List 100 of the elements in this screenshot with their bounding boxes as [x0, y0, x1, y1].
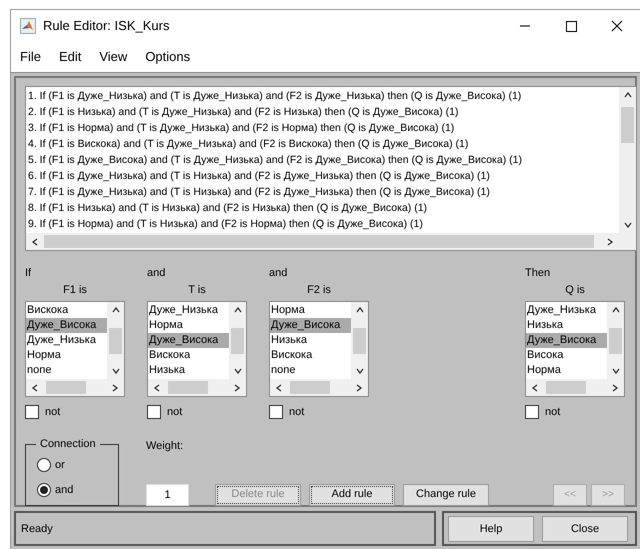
list-item[interactable]: Дуже_Висока	[148, 333, 229, 348]
term-listbox[interactable]: Норма Дуже_Висока Низька Вискока none	[269, 301, 369, 397]
scroll-down-icon[interactable]	[354, 366, 364, 376]
list-item[interactable]: Низька	[148, 363, 229, 378]
list-item[interactable]: Висока	[526, 348, 607, 363]
app-logo-icon	[20, 18, 36, 34]
list-item[interactable]: none	[270, 363, 351, 378]
list-item[interactable]: Вискока	[148, 348, 229, 363]
horizontal-scrollbar[interactable]	[148, 379, 246, 396]
menu-item[interactable]: View	[99, 47, 128, 67]
checkbox-label: not	[45, 405, 60, 420]
scroll-down-icon[interactable]	[622, 220, 632, 230]
list-item[interactable]: Дуже_Висока	[526, 333, 607, 348]
scroll-up-icon[interactable]	[232, 305, 242, 315]
horizontal-scrollbar[interactable]	[526, 379, 624, 396]
radio-button[interactable]	[37, 482, 51, 497]
rule-line[interactable]: 2. If (F1 is Низька) and (T is Дуже_Низька) and (F2 is Низька) then (Q is Дуже_Висока) (1)	[28, 104, 619, 120]
footer-button[interactable]: Help	[448, 516, 534, 542]
footer-button[interactable]: Close	[542, 516, 628, 542]
scroll-up-icon[interactable]	[110, 305, 120, 315]
vertical-scrollbar[interactable]	[351, 302, 368, 379]
list-item[interactable]: none	[26, 363, 107, 378]
scrollbar-thumb[interactable]	[290, 381, 330, 394]
rule-line[interactable]: 5. If (F1 is Дуже_Висока) and (T is Дуже_Низька) and (F2 is Дуже_Висока) then (Q is Дуже_Висока) (1)	[28, 152, 619, 168]
connector-label: and	[147, 266, 166, 280]
connector-label: Then	[525, 266, 550, 280]
term-listbox[interactable]: Дуже_Низька Низька Дуже_Висока Висока Норма	[525, 301, 625, 397]
scroll-right-icon[interactable]	[232, 382, 242, 392]
checkbox[interactable]	[269, 405, 283, 420]
list-item[interactable]: Дуже_Висока	[26, 318, 107, 333]
scrollbar-thumb[interactable]	[44, 235, 594, 248]
scroll-left-icon[interactable]	[274, 382, 284, 392]
checkbox-label: not	[545, 405, 560, 420]
scroll-down-icon[interactable]	[610, 366, 620, 376]
scroll-right-icon[interactable]	[354, 382, 364, 392]
rule-line[interactable]: 9. If (F1 is Норма) and (T is Низька) and (F2 is Норма) then (Q is Дуже_Висока) (1)	[28, 216, 619, 232]
horizontal-scrollbar[interactable]	[26, 379, 124, 396]
menu-item[interactable]: Options	[145, 47, 190, 67]
connector-label: If	[25, 266, 32, 280]
horizontal-scrollbar[interactable]	[26, 233, 619, 250]
list-item[interactable]: Низька	[270, 333, 351, 348]
list-item[interactable]: Низька	[526, 318, 607, 333]
scrollbar-thumb[interactable]	[46, 381, 86, 394]
scrollbar-thumb[interactable]	[609, 328, 622, 354]
scrollbar-thumb[interactable]	[168, 381, 208, 394]
rules-list[interactable]	[25, 86, 637, 251]
list-item[interactable]: Дуже_Висока	[270, 318, 351, 333]
scroll-up-icon[interactable]	[622, 90, 632, 100]
action-button[interactable]: Change rule	[403, 484, 489, 506]
scroll-down-icon[interactable]	[110, 366, 120, 376]
scroll-left-icon[interactable]	[152, 382, 162, 392]
scroll-right-icon[interactable]	[605, 236, 615, 246]
scrollbar-thumb[interactable]	[546, 381, 586, 394]
list-item[interactable]: Норма	[148, 318, 229, 333]
list-item[interactable]: Вискока	[270, 348, 351, 363]
menu-item[interactable]: File	[20, 47, 41, 67]
weight-field[interactable]: 1	[146, 484, 189, 506]
vertical-scrollbar[interactable]	[607, 302, 624, 379]
rule-line[interactable]: 1. If (F1 is Дуже_Низька) and (T is Дуже_Низька) and (F2 is Дуже_Низька) then (Q is Дуже_Висока) (1)	[28, 88, 619, 104]
list-item[interactable]: Дуже_Низька	[26, 333, 107, 348]
list-item[interactable]: Дуже_Низька	[148, 303, 229, 318]
term-listbox[interactable]: Вискока Дуже_Висока Дуже_Низька Норма none	[25, 301, 125, 397]
rule-line[interactable]: 3. If (F1 is Норма) and (T is Дуже_Низька) and (F2 is Норма) then (Q is Дуже_Висока) (1)	[28, 120, 619, 136]
action-button[interactable]: Add rule	[309, 484, 395, 506]
scroll-down-icon[interactable]	[232, 366, 242, 376]
scroll-up-icon[interactable]	[354, 305, 364, 315]
connector-label: and	[269, 266, 288, 280]
scrollbar-thumb[interactable]	[353, 328, 366, 354]
variable-label: T is	[188, 283, 206, 297]
variable-label: F1 is	[63, 283, 87, 297]
checkbox[interactable]	[525, 405, 539, 420]
radio-button[interactable]	[37, 458, 51, 472]
vertical-scrollbar[interactable]	[107, 302, 124, 379]
horizontal-scrollbar[interactable]	[270, 379, 368, 396]
rule-line[interactable]: 4. If (F1 is Вискока) and (T is Дуже_Низька) and (F2 is Вискока) then (Q is Дуже_Висока) (1)	[28, 136, 619, 152]
rule-line[interactable]: 7. If (F1 is Дуже_Низька) and (T is Низька) and (F2 is Дуже_Низька) then (Q is Дуже_Висока) (1)	[28, 184, 619, 200]
list-item[interactable]: Норма	[26, 348, 107, 363]
list-item[interactable]: Вискока	[26, 303, 107, 318]
checkbox[interactable]	[147, 405, 161, 420]
scroll-left-icon[interactable]	[30, 382, 40, 392]
scroll-left-icon[interactable]	[30, 236, 40, 246]
scroll-right-icon[interactable]	[110, 382, 120, 392]
term-listbox[interactable]: Дуже_Низька Норма Дуже_Висока Вискока Низька	[147, 301, 247, 397]
scroll-right-icon[interactable]	[610, 382, 620, 392]
list-item[interactable]: Дуже_Низька	[526, 303, 607, 318]
checkbox[interactable]	[25, 405, 39, 420]
scrollbar-thumb[interactable]	[621, 107, 634, 143]
menu-item[interactable]: Edit	[58, 47, 82, 67]
scroll-left-icon[interactable]	[530, 382, 540, 392]
variable-label: F2 is	[307, 283, 331, 297]
list-item[interactable]: Норма	[526, 363, 607, 378]
rule-line[interactable]: 6. If (F1 is Дуже_Низька) and (T is Низька) and (F2 is Дуже_Низька) then (Q is Дуже_Висока) (1)	[28, 168, 619, 184]
checkbox-label: not	[167, 405, 182, 420]
rule-line[interactable]: 8. If (F1 is Низька) and (T is Низька) and (F2 is Низька) then (Q is Дуже_Висока) (1)	[28, 200, 619, 216]
scroll-up-icon[interactable]	[610, 305, 620, 315]
scrollbar-thumb[interactable]	[231, 328, 244, 354]
list-item[interactable]: Норма	[270, 303, 351, 318]
vertical-scrollbar[interactable]	[619, 87, 636, 233]
scrollbar-thumb[interactable]	[109, 328, 122, 354]
vertical-scrollbar[interactable]	[229, 302, 246, 379]
